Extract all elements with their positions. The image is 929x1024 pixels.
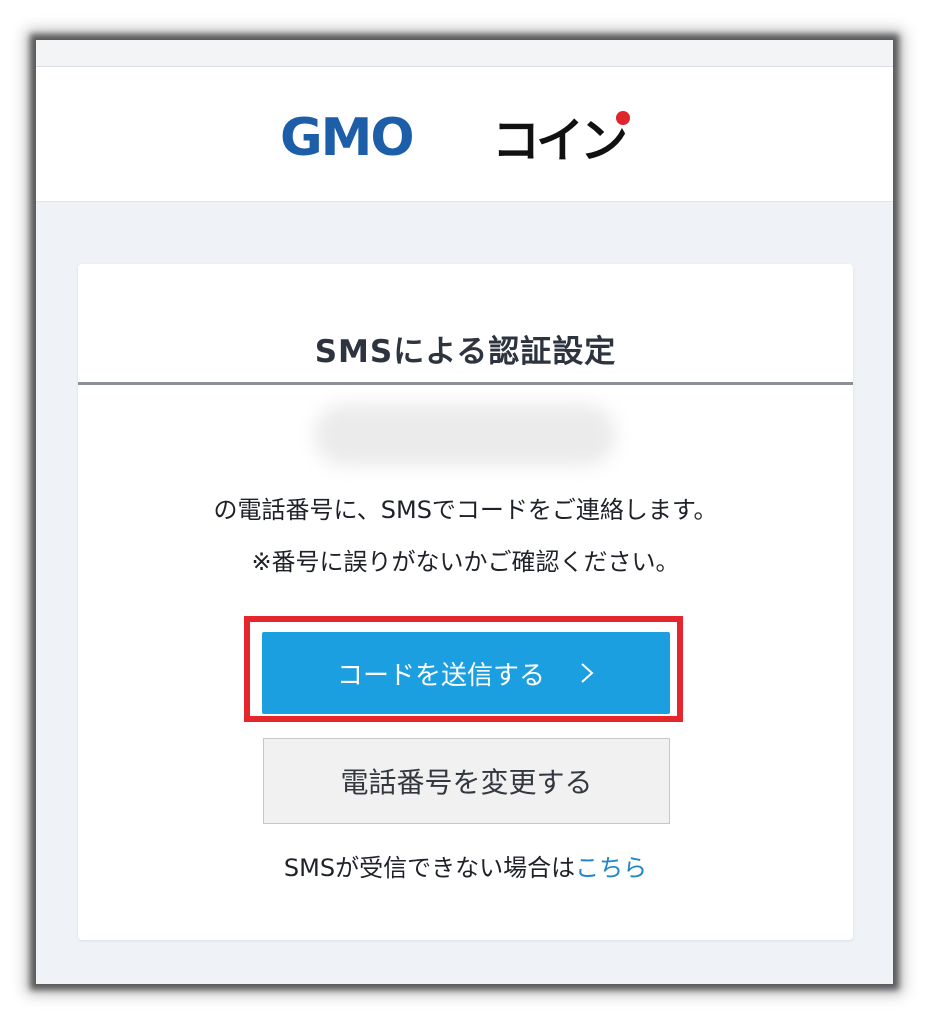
sms-auth-card: SMSによる認証設定 の電話番号に、SMSでコードをご連絡します。 ※番号に誤り…: [78, 264, 853, 940]
logo-latin-text: GMO: [280, 108, 413, 167]
chevron-right-icon: [581, 663, 594, 683]
logo-red-dot: [616, 111, 630, 125]
app-screen: GMO コイン SMSによる認証設定 の電話番号に、SMSでコードをご連絡します…: [36, 40, 893, 984]
sms-help-prefix: SMSが受信できない場合は: [283, 854, 576, 882]
sms-help-text: SMSが受信できない場合はこちら: [78, 848, 853, 883]
change-phone-button[interactable]: 電話番号を変更する: [263, 738, 670, 824]
logo-kana-text: コイン: [492, 113, 626, 167]
verify-number-note: ※番号に誤りがないかご確認ください。: [251, 548, 680, 576]
phone-number-blurred: [314, 404, 616, 466]
send-code-button[interactable]: コードを送信する: [262, 632, 670, 714]
status-strip: [36, 40, 893, 67]
sms-notice-text: の電話番号に、SMSでコードをご連絡します。: [213, 496, 718, 524]
site-header: GMO コイン: [36, 67, 893, 202]
title-divider: [78, 382, 853, 385]
change-phone-label: 電話番号を変更する: [340, 766, 593, 799]
page-title: SMSによる認証設定: [314, 334, 617, 370]
gmo-coin-logo[interactable]: GMO コイン: [280, 107, 660, 167]
sms-help-link[interactable]: こちら: [575, 854, 647, 882]
send-code-label: コードを送信する: [336, 660, 545, 691]
